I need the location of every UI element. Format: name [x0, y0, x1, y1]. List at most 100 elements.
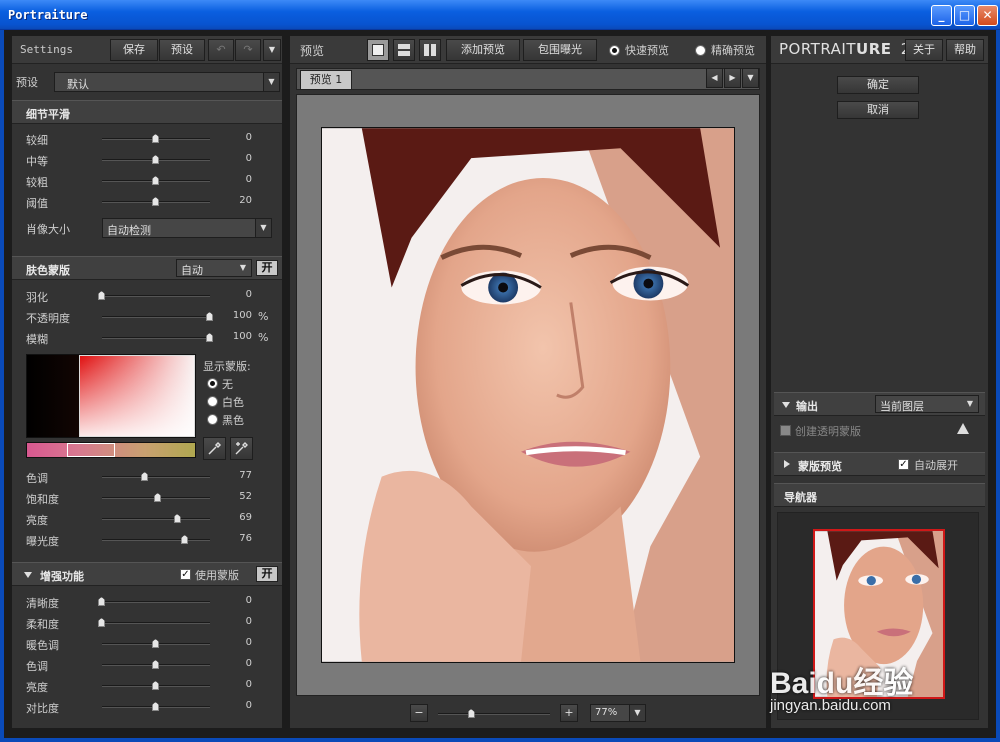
brand-logo: PORTRAITURE 2 — [779, 40, 911, 58]
slider-knob[interactable] — [181, 535, 189, 544]
navigator-section-header[interactable]: 导航器 — [774, 483, 985, 507]
single-view-icon[interactable] — [367, 39, 389, 61]
about-button[interactable]: 关于 — [905, 39, 943, 61]
slider-track[interactable] — [102, 518, 210, 520]
save-button[interactable]: 保存 — [110, 39, 158, 61]
minimize-button[interactable]: _ — [931, 5, 952, 26]
slider-knob[interactable] — [154, 493, 162, 502]
detail-section-header[interactable]: 细节平滑 — [12, 100, 282, 124]
slider-knob[interactable] — [152, 639, 159, 648]
output-dropdown[interactable]: 当前图层 ▼ — [875, 395, 979, 413]
help-button[interactable]: 帮助 — [946, 39, 984, 61]
slider-track[interactable] — [102, 337, 210, 339]
mask-option-label: 黑色 — [222, 414, 244, 427]
tab-menu-icon[interactable]: ▼ — [742, 68, 759, 88]
slider-track[interactable] — [102, 539, 210, 541]
slider-knob[interactable] — [152, 702, 159, 711]
slider-track[interactable] — [102, 316, 210, 318]
split-horizontal-icon[interactable] — [393, 39, 415, 61]
slider-label: 柔和度 — [26, 618, 59, 631]
zoom-slider-knob[interactable] — [467, 709, 475, 718]
collapse-triangle-icon — [782, 402, 790, 408]
slider-knob[interactable] — [141, 472, 149, 481]
mask-option-radio[interactable] — [207, 396, 218, 407]
zoom-slider-track[interactable] — [438, 713, 550, 715]
slider-knob[interactable] — [98, 291, 105, 300]
ok-button[interactable]: 确定 — [837, 76, 919, 94]
precise-preview-radio[interactable] — [695, 45, 706, 56]
slider-value: 0 — [245, 174, 252, 185]
slider-track[interactable] — [102, 622, 210, 624]
center-panel: 预览 添加预览 包围曝光 快速预览 精确预览 预览 1 ◀ ▶ ▼ − + 77… — [290, 36, 766, 728]
zoom-in-button[interactable]: + — [560, 704, 578, 722]
eyedropper-icon[interactable] — [203, 437, 226, 460]
fast-preview-label: 快速预览 — [625, 44, 669, 57]
slider-knob[interactable] — [98, 597, 105, 606]
slider-knob[interactable] — [152, 155, 159, 164]
slider-knob[interactable] — [206, 312, 213, 321]
transparent-mask-checkbox[interactable] — [780, 425, 791, 436]
zoom-dropdown[interactable]: 77% ▼ — [590, 704, 646, 722]
slider-track[interactable] — [102, 295, 210, 297]
use-mask-checkbox[interactable]: ✓ — [180, 569, 191, 580]
hue-range-selector[interactable] — [67, 443, 115, 457]
mask-option-radio[interactable] — [207, 414, 218, 425]
color-picker-field[interactable] — [26, 354, 196, 438]
slider-label: 中等 — [26, 155, 48, 168]
fast-preview-radio[interactable] — [609, 45, 620, 56]
mask-option-radio[interactable] — [207, 378, 218, 389]
portrait-photo — [321, 127, 735, 663]
auto-expand-checkbox[interactable]: ✓ — [898, 459, 909, 470]
slider-knob[interactable] — [98, 618, 105, 627]
warning-icon[interactable] — [957, 423, 969, 434]
skin-toggle-button[interactable]: 开 — [256, 260, 278, 276]
slider-knob[interactable] — [152, 197, 159, 206]
slider-label: 羽化 — [26, 291, 48, 304]
close-button[interactable]: ✕ — [977, 5, 998, 26]
title-bar[interactable]: Portraiture _ □ ✕ — [0, 0, 1000, 30]
slider-label: 较细 — [26, 134, 48, 147]
skin-mode-dropdown[interactable]: 自动 ▼ — [176, 259, 252, 277]
zoom-value: 77% — [595, 707, 618, 718]
mask-preview-title: 蒙版预览 — [798, 460, 842, 473]
slider-value: 0 — [245, 658, 252, 669]
slider-knob[interactable] — [152, 176, 159, 185]
tab-preview-1[interactable]: 预览 1 — [300, 70, 352, 90]
add-preview-button[interactable]: 添加预览 — [446, 39, 520, 61]
slider-label: 不透明度 — [26, 312, 70, 325]
bracket-exposure-button[interactable]: 包围曝光 — [523, 39, 597, 61]
maximize-button[interactable]: □ — [954, 5, 975, 26]
hue-range-bar[interactable] — [26, 442, 196, 458]
portrait-size-dropdown[interactable]: 自动检测 ▼ — [102, 218, 272, 238]
preset-dropdown[interactable]: 默认 ▼ — [54, 72, 280, 92]
slider-knob[interactable] — [152, 660, 159, 669]
right-panel: PORTRAITURE 2 关于 帮助 确定 取消 输出 当前图层 ▼ 创建透明… — [771, 36, 988, 728]
slider-track[interactable] — [102, 476, 210, 478]
tab-prev-icon[interactable]: ◀ — [706, 68, 723, 88]
tab-next-icon[interactable]: ▶ — [724, 68, 741, 88]
slider-value: 0 — [245, 700, 252, 711]
slider-value: 100 — [232, 331, 252, 342]
output-section-title: 输出 — [796, 400, 818, 413]
cancel-button[interactable]: 取消 — [837, 101, 919, 119]
slider-value: 0 — [245, 132, 252, 143]
preview-canvas[interactable] — [296, 94, 760, 696]
eyedropper-plus-icon[interactable] — [230, 437, 253, 460]
slider-track[interactable] — [102, 601, 210, 603]
zoom-out-button[interactable]: − — [410, 704, 428, 722]
preset-button[interactable]: 预设 — [159, 39, 205, 61]
menu-chevron-icon[interactable]: ▼ — [263, 39, 281, 61]
split-vertical-icon[interactable] — [419, 39, 441, 61]
enhance-toggle-button[interactable]: 开 — [256, 566, 278, 582]
slider-knob[interactable] — [206, 333, 213, 342]
color-selection-box[interactable] — [79, 355, 195, 437]
enhance-section-header[interactable]: 增强功能 — [12, 562, 282, 586]
slider-label: 曝光度 — [26, 535, 59, 548]
slider-value: 76 — [239, 533, 252, 544]
slider-knob[interactable] — [152, 134, 159, 143]
slider-knob[interactable] — [173, 514, 181, 523]
redo-icon[interactable]: ↷ — [235, 39, 261, 61]
mask-option-label: 无 — [222, 378, 233, 391]
slider-knob[interactable] — [152, 681, 159, 690]
undo-icon[interactable]: ↶ — [208, 39, 234, 61]
